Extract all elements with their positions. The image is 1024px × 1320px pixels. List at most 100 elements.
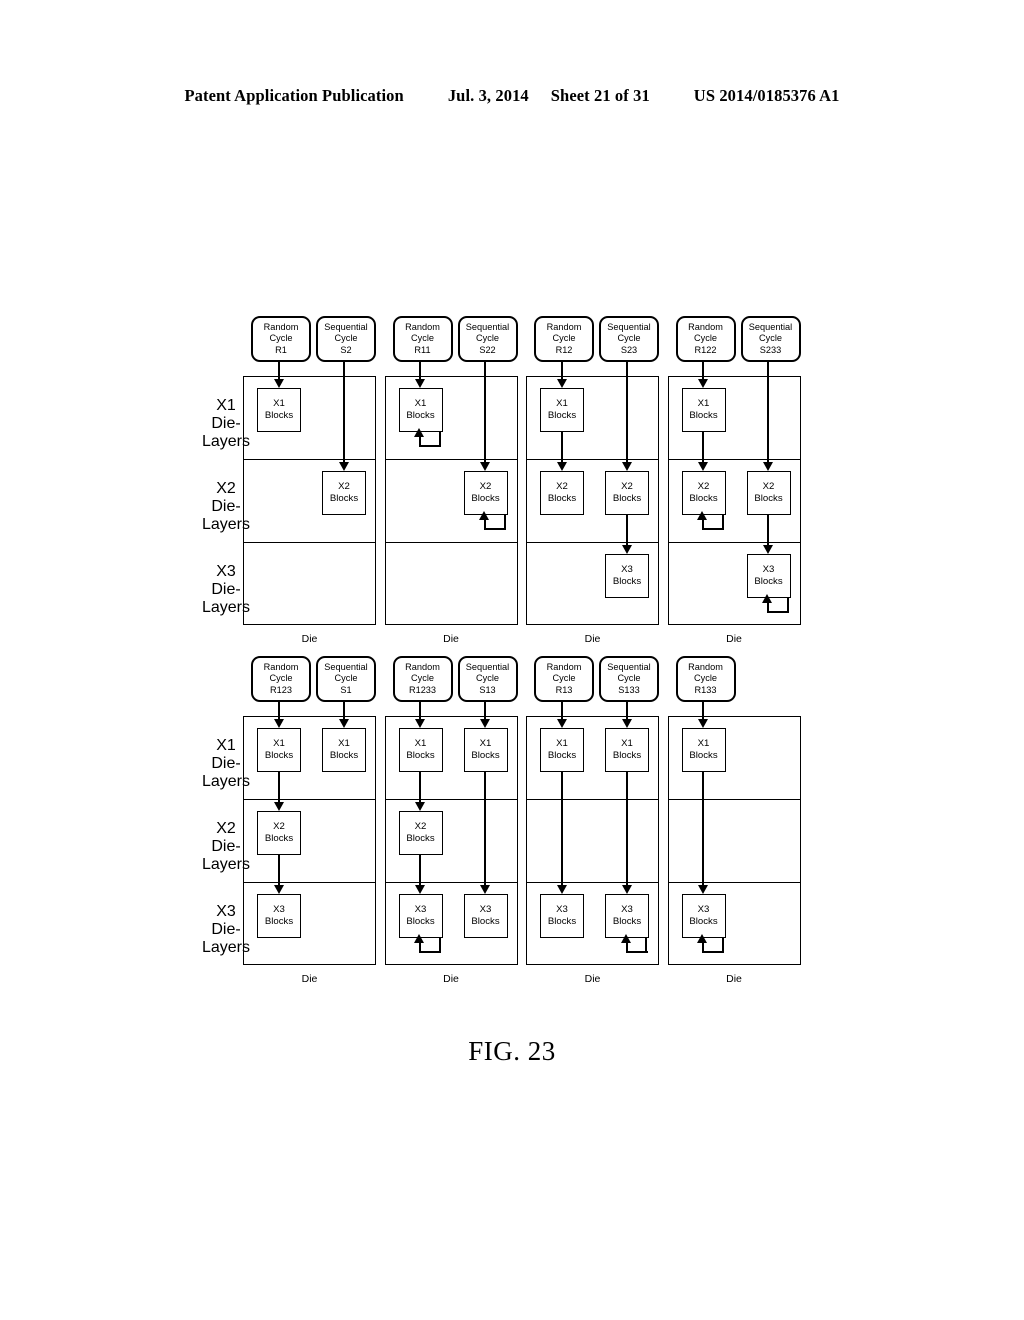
self-loop-segment (767, 611, 790, 613)
flow-connector (625, 702, 628, 719)
block-layer-label: X1 (273, 738, 285, 749)
block-layer-label: X2 (338, 481, 350, 492)
layer-separator (526, 459, 659, 460)
cycle-id-label: S2 (340, 344, 352, 355)
block-x2[interactable]: X2 Blocks (605, 471, 649, 515)
self-loop-segment (762, 594, 773, 603)
cycle-word-label: Cycle (476, 333, 499, 344)
block-x3[interactable]: X3 Blocks (746, 554, 791, 598)
self-loop-segment (702, 528, 725, 530)
cycle-bubble-s22[interactable]: Sequential Cycle S22 (457, 316, 518, 362)
block-x1[interactable]: X1 Blocks (257, 388, 301, 432)
block-x3[interactable]: X3 Blocks (605, 894, 649, 938)
block-x2[interactable]: X2 Blocks (257, 811, 301, 855)
block-x1[interactable]: X1 Blocks (398, 728, 443, 772)
cycle-id-label: S233 (759, 344, 782, 355)
layer-separator (243, 882, 376, 883)
die-caption: Die (301, 633, 318, 645)
block-x3[interactable]: X3 Blocks (681, 894, 726, 938)
block-x3[interactable]: X3 Blocks (398, 894, 443, 938)
block-layer-label: X2 (697, 481, 710, 492)
cycle-bubble-s133[interactable]: Sequential Cycle S133 (599, 656, 659, 702)
cycle-id-label: R123 (270, 684, 292, 695)
layer-separator (243, 799, 376, 800)
block-x1[interactable]: X1 Blocks (322, 728, 366, 772)
cycle-word-label: Cycle (334, 333, 358, 344)
block-layer-label: X1 (338, 738, 350, 749)
self-loop-segment (503, 515, 506, 528)
cycle-bubble-r1[interactable]: Random Cycle R1 (251, 316, 311, 362)
block-x1[interactable]: X1 Blocks (257, 728, 301, 772)
cycle-word-label: Cycle (552, 333, 576, 344)
flow-connector (342, 362, 345, 462)
layer-separator (667, 882, 801, 883)
block-x1[interactable]: X1 Blocks (681, 388, 726, 432)
block-x2[interactable]: X2 Blocks (398, 811, 443, 855)
block-x1[interactable]: X1 Blocks (463, 728, 508, 772)
cycle-kind-label: Sequential (324, 661, 368, 672)
cycle-bubble-r1233[interactable]: Random Cycle R1233 (392, 656, 453, 702)
flow-connector (702, 432, 705, 462)
self-loop-arrow-icon (697, 934, 726, 954)
flow-connector (277, 362, 280, 379)
block-x3[interactable]: X3 Blocks (540, 894, 584, 938)
block-x3[interactable]: X3 Blocks (257, 894, 301, 938)
cycle-id-label: S1 (340, 684, 352, 695)
cycle-kind-label: Random (263, 321, 299, 332)
cycle-bubble-r123[interactable]: Random Cycle R123 (251, 656, 311, 702)
block-x1[interactable]: X1 Blocks (681, 728, 726, 772)
block-x2[interactable]: X2 Blocks (322, 471, 366, 515)
flow-connector (702, 772, 705, 885)
layer-separator (526, 542, 659, 543)
cycle-bubble-s1[interactable]: Sequential Cycle S1 (316, 656, 376, 702)
cycle-id-label: R11 (414, 344, 431, 355)
cycle-id-label: R13 (555, 684, 573, 695)
self-loop-segment (721, 515, 724, 528)
cycle-bubble-r122[interactable]: Random Cycle R122 (675, 316, 736, 362)
flow-connector (342, 702, 345, 719)
block-x2[interactable]: X2 Blocks (540, 471, 584, 515)
cycle-bubble-r11[interactable]: Random Cycle R11 (392, 316, 453, 362)
cycle-bubble-s2[interactable]: Sequential Cycle S2 (316, 316, 376, 362)
self-loop-arrow-icon (414, 428, 443, 448)
cycle-kind-label: Sequential (607, 661, 651, 672)
cycle-bubble-r13[interactable]: Random Cycle R13 (534, 656, 594, 702)
block-x3[interactable]: X3 Blocks (463, 894, 508, 938)
cycle-bubble-s13[interactable]: Sequential Cycle S13 (457, 656, 518, 702)
block-x1[interactable]: X1 Blocks (398, 388, 443, 432)
block-layer-label: X2 (273, 821, 285, 832)
block-x1[interactable]: X1 Blocks (540, 728, 584, 772)
self-loop-segment (484, 528, 507, 530)
self-loop-arrow-icon (697, 511, 726, 531)
block-type-label: Blocks (471, 493, 500, 504)
arrowhead-icon (621, 885, 632, 894)
block-layer-label: X3 (414, 904, 427, 915)
block-type-label: Blocks (547, 493, 577, 504)
self-loop-segment (625, 943, 628, 952)
block-x2[interactable]: X2 Blocks (746, 471, 791, 515)
arrowhead-icon (480, 885, 490, 894)
arrowhead-icon (763, 462, 773, 471)
block-x1[interactable]: X1 Blocks (605, 728, 649, 772)
block-type-label: Blocks (612, 916, 642, 927)
block-type-label: Blocks (264, 750, 294, 761)
self-loop-segment (697, 934, 708, 943)
block-type-label: Blocks (612, 750, 642, 761)
block-layer-label: X3 (621, 564, 633, 575)
block-x2[interactable]: X2 Blocks (463, 471, 508, 515)
cycle-bubble-r12[interactable]: Random Cycle R12 (534, 316, 594, 362)
block-layer-label: X3 (479, 904, 492, 915)
block-type-label: Blocks (689, 916, 718, 927)
block-layer-label: X1 (697, 398, 710, 409)
block-x2[interactable]: X2 Blocks (681, 471, 726, 515)
cycle-kind-label: Sequential (465, 661, 510, 672)
cycle-bubble-s23[interactable]: Sequential Cycle S23 (599, 316, 659, 362)
block-type-label: Blocks (329, 493, 359, 504)
cycle-bubble-r133[interactable]: Random Cycle R133 (675, 656, 736, 702)
block-x3[interactable]: X3 Blocks (605, 554, 649, 598)
block-x1[interactable]: X1 Blocks (540, 388, 584, 432)
self-loop-segment (702, 520, 705, 529)
cycle-bubble-s233[interactable]: Sequential Cycle S233 (740, 316, 801, 362)
cycle-word-label: Cycle (476, 673, 499, 684)
self-loop-segment (419, 437, 422, 446)
